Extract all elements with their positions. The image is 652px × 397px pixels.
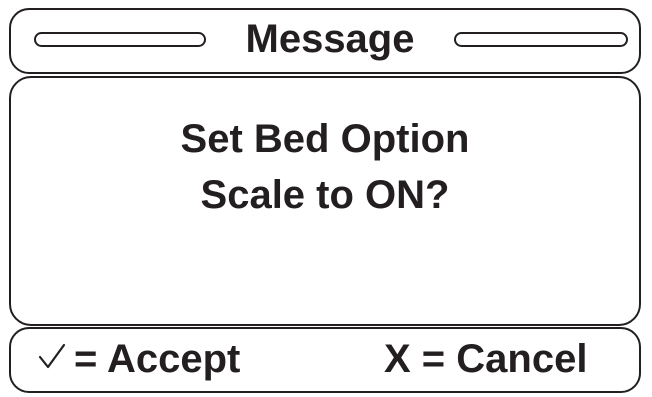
dialog-title: Message [245,17,415,61]
cancel-option[interactable]: X = Cancel [384,334,587,384]
title-decoration-left [34,32,206,47]
message-line-1: Set Bed Option [180,117,470,161]
checkmark-icon [38,343,66,369]
title-decoration-right [454,32,628,47]
message-line-2: Scale to ON? [200,173,450,217]
accept-option[interactable]: = Accept [38,334,240,384]
accept-label: = Accept [74,337,241,381]
